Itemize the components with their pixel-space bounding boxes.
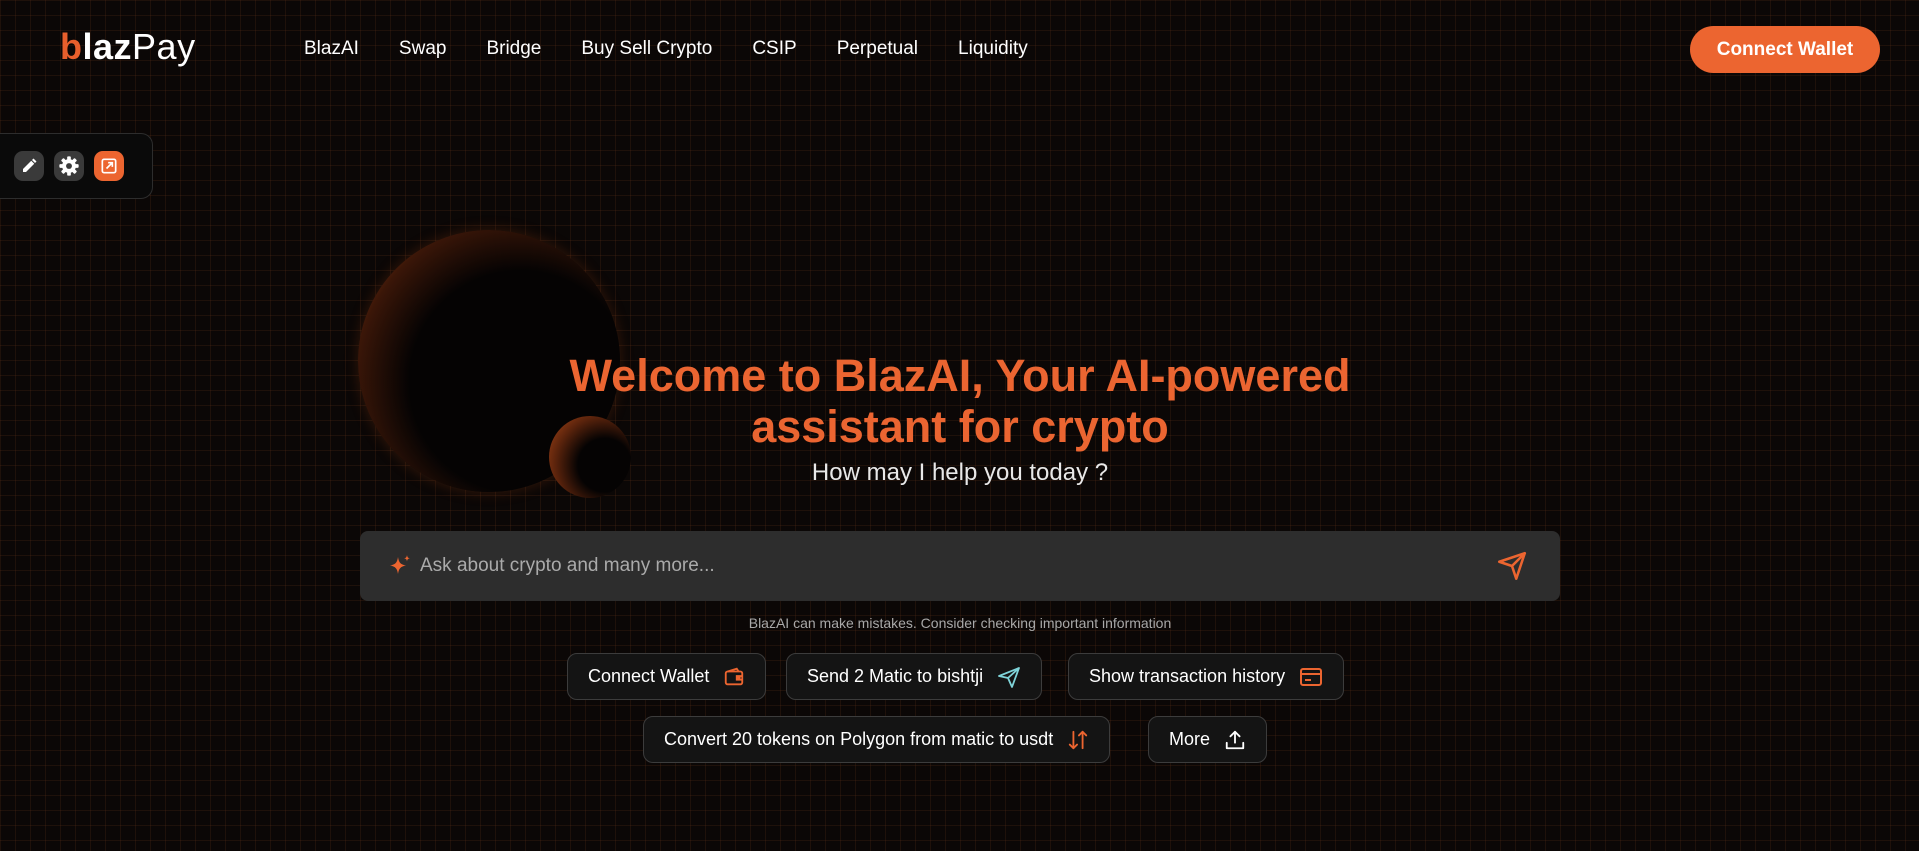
logo-text-laz: laz	[82, 26, 133, 67]
nav-item-perpetual[interactable]: Perpetual	[837, 38, 918, 60]
suggestion-label: Connect Wallet	[588, 666, 710, 686]
send-icon	[997, 665, 1021, 689]
chat-input[interactable]	[420, 555, 1492, 577]
card-icon	[1299, 666, 1323, 688]
suggestion-send-matic[interactable]: Send 2 Matic to bishtji	[786, 653, 1043, 700]
nav-item-csip[interactable]: CSIP	[752, 38, 796, 60]
suggestion-connect-wallet[interactable]: Connect Wallet	[567, 653, 767, 700]
blazpay-logo[interactable]: blazPay	[60, 26, 196, 68]
page-subtitle: How may I help you today ?	[811, 459, 1109, 486]
suggestion-label: Convert 20 tokens on Polygon from matic …	[664, 729, 1054, 749]
nav-item-swap[interactable]: Swap	[399, 38, 447, 60]
suggestion-label: More	[1169, 729, 1211, 749]
suggestion-more[interactable]: More	[1148, 716, 1268, 763]
chat-input-box	[360, 531, 1560, 601]
page-title-line-2: assistant for crypto	[751, 401, 1169, 452]
pencil-icon[interactable]	[14, 151, 44, 181]
wallet-icon	[723, 666, 745, 688]
sparkle-icon	[388, 554, 412, 578]
nav-item-blazai[interactable]: BlazAI	[304, 38, 359, 60]
send-message-button[interactable]	[1492, 546, 1532, 586]
logo-text-pay: Pay	[132, 26, 196, 67]
nav-item-buy-sell-crypto[interactable]: Buy Sell Crypto	[581, 38, 712, 60]
suggestion-label: Send 2 Matic to bishtji	[807, 666, 984, 686]
connect-wallet-button[interactable]: Connect Wallet	[1690, 26, 1880, 73]
swap-arrows-icon	[1067, 729, 1089, 751]
suggestion-convert-tokens[interactable]: Convert 20 tokens on Polygon from matic …	[643, 716, 1111, 763]
gear-icon[interactable]	[54, 151, 84, 181]
main-nav: BlazAI Swap Bridge Buy Sell Crypto CSIP …	[304, 38, 1028, 60]
logo-letter-b: b	[60, 26, 83, 67]
nav-item-bridge[interactable]: Bridge	[486, 38, 541, 60]
external-link-icon[interactable]	[94, 151, 124, 181]
nav-item-liquidity[interactable]: Liquidity	[958, 38, 1028, 60]
page-title: Welcome to BlazAI, Your AI-powered assis…	[460, 350, 1460, 452]
suggestion-show-transaction-history[interactable]: Show transaction history	[1068, 653, 1345, 700]
tool-panel	[0, 133, 153, 199]
suggestion-label: Show transaction history	[1089, 666, 1286, 686]
disclaimer-text: BlazAI can make mistakes. Consider check…	[748, 615, 1172, 631]
page-title-line-1: Welcome to BlazAI, Your AI-powered	[569, 350, 1351, 401]
upload-icon	[1224, 729, 1246, 751]
